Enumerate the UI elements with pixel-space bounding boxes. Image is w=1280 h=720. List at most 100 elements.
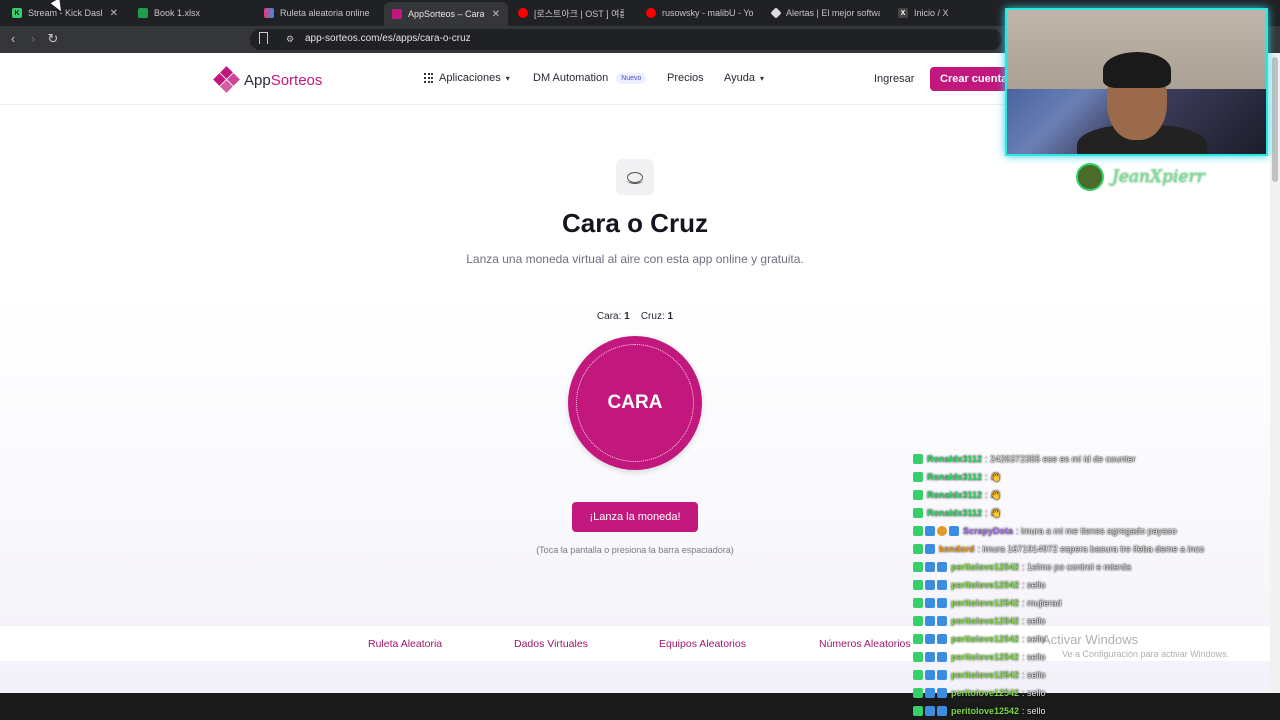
link-dados-virtuales[interactable]: Dados Virtuales — [514, 638, 588, 650]
login-link[interactable]: Ingresar — [874, 73, 914, 85]
chat-message: Ronaldx3112: 👋 — [913, 486, 1001, 504]
tab-youtube-malibu[interactable]: rusowsky - malibU - YouTu — [638, 3, 762, 23]
chat-text: : 2426372355 ese es mi id de counter — [985, 454, 1136, 464]
grid-icon — [424, 73, 434, 83]
chat-username: peritolove12542 — [951, 706, 1020, 716]
chat-text: : 👋 — [985, 507, 1002, 518]
chat-badge-icon — [913, 544, 923, 554]
chat-text: : sello — [1022, 652, 1046, 662]
score-counter: Cara: 1 Cruz: 1 — [0, 311, 1270, 322]
link-equipos-aleatorios[interactable]: Equipos Aleatorios — [659, 638, 746, 650]
chat-message: Ronaldx3112: 👋 — [913, 468, 1001, 486]
chat-text: : sello — [1022, 670, 1046, 680]
chat-badge-icon — [913, 472, 923, 482]
chat-badge-icon — [913, 562, 923, 572]
url-text[interactable]: app-sorteos.com/es/apps/cara-o-cruz — [305, 33, 471, 44]
logo-prefix: App — [244, 71, 271, 89]
nav-dm-label: DM Automation — [533, 72, 609, 84]
coin[interactable]: CARA — [568, 336, 702, 470]
link-ruleta-aleatoria[interactable]: Ruleta Aleatoria — [368, 638, 442, 650]
chat-username: peritolove12542 — [951, 580, 1020, 590]
chat-message: peritolove12542: sello — [913, 702, 1046, 720]
chat-message: peritolove12542: mujierad — [913, 594, 1062, 612]
chat-badge-icon — [937, 688, 947, 698]
chat-username: peritolove12542 — [951, 688, 1020, 698]
chat-badge-icon — [913, 670, 923, 680]
chat-username: Ronaldx3112 — [927, 454, 983, 464]
chat-badge-icon — [913, 526, 923, 536]
chat-message: peritolove12542: sello — [913, 576, 1046, 594]
chat-message: Ronaldx3112: 👋 — [913, 504, 1001, 522]
chat-text: : 1elmo po control e mierda — [1022, 562, 1132, 572]
chat-badge-icon — [913, 652, 923, 662]
bookmark-icon[interactable] — [259, 32, 268, 44]
tab-book-xlsx[interactable]: Book 1.xlsx — [130, 3, 250, 23]
chat-badge-icon — [937, 652, 947, 662]
nav-ayuda[interactable]: Ayuda ▾ — [724, 72, 764, 84]
tab-label: Stream - Kick Dash — [28, 8, 102, 18]
tab-label: AppSorteos – Cara — [408, 9, 484, 19]
close-icon[interactable]: ✕ — [110, 8, 118, 19]
reload-icon[interactable]: ↻ — [46, 32, 60, 46]
chat-username: peritolove12542 — [951, 670, 1020, 680]
kick-icon: K — [12, 8, 22, 18]
tab-kick-dashboard[interactable]: K Stream - Kick Dash ✕ — [4, 3, 126, 23]
chat-badge-icon — [937, 616, 947, 626]
streamer-name: JeanXpierr — [1112, 167, 1205, 187]
chat-badge-icon — [925, 652, 935, 662]
chat-text: : sello — [1022, 580, 1046, 590]
nav-aplicaciones[interactable]: Aplicaciones ▾ — [424, 72, 510, 84]
tab-youtube-ost[interactable]: [로스트아크 | OST ] 여름곧 — [510, 3, 632, 23]
ruleta-icon — [264, 8, 274, 18]
site-settings-icon[interactable]: ⚙ — [286, 34, 294, 45]
chat-badge-icon — [937, 706, 947, 716]
tab-label: Ruleta aleatoria online – n — [280, 8, 372, 18]
chat-text: : 👋 — [985, 471, 1002, 482]
chat-badge-icon — [937, 526, 947, 536]
nav-precios[interactable]: Precios — [667, 72, 704, 84]
coin-icon — [626, 171, 643, 184]
forward-icon[interactable]: › — [26, 32, 40, 46]
chat-text: : imura 1671914972 espera basura tre ife… — [977, 544, 1205, 554]
flip-coin-button[interactable]: ¡Lanza la moneda! — [572, 502, 698, 532]
chat-badge-icon — [925, 616, 935, 626]
chat-badge-icon — [937, 562, 947, 572]
chat-text: : sello — [1022, 706, 1046, 716]
chat-badge-icon — [925, 580, 935, 590]
nav-ayuda-label: Ayuda — [724, 72, 755, 84]
score-cara-value: 1 — [624, 311, 630, 322]
chat-message: peritolove12542: sello — [913, 612, 1046, 630]
alertas-icon — [770, 7, 782, 19]
chat-text: : sello — [1022, 688, 1046, 698]
nav-aplicaciones-label: Aplicaciones — [439, 72, 501, 84]
tab-x-inicio[interactable]: X Inicio / X — [890, 3, 1000, 23]
scroll-thumb[interactable] — [1272, 57, 1278, 182]
tab-alertas[interactable]: Alertas | El mejor software — [764, 3, 888, 23]
score-cruz-value: 1 — [667, 311, 674, 322]
chat-message: kendord: imura 1671914972 espera basura … — [913, 540, 1204, 558]
chat-message: Ronaldx3112: 2426372355 ese es mi id de … — [913, 450, 1136, 468]
back-icon[interactable]: ‹ — [6, 32, 20, 46]
chat-username: peritolove12542 — [951, 652, 1020, 662]
chevron-down-icon: ▾ — [760, 73, 765, 83]
tab-appsorteos-active[interactable]: AppSorteos – Cara ✕ — [384, 2, 508, 26]
chat-username: Ronaldx3112 — [927, 490, 983, 500]
activate-windows-subtitle: Ve a Configuración para activar Windows. — [1062, 649, 1230, 659]
chat-badge-icon — [925, 562, 935, 572]
logo-icon — [213, 66, 240, 93]
chat-badge-icon — [925, 688, 935, 698]
nav-precios-label: Precios — [667, 72, 704, 84]
new-badge: Nuevo — [616, 72, 647, 84]
coin-face-label: CARA — [607, 392, 663, 413]
tab-label: [로스트아크 | OST ] 여름곧 — [534, 8, 624, 19]
link-numeros-aleatorios[interactable]: Números Aleatorios — [819, 638, 911, 650]
nav-dm-automation[interactable]: DM Automation Nuevo — [533, 72, 647, 84]
appsorteos-logo[interactable]: AppSorteos — [213, 66, 322, 93]
signup-button[interactable]: Crear cuenta — [930, 67, 1010, 91]
tab-label: Inicio / X — [914, 8, 949, 18]
chat-badge-icon — [913, 598, 923, 608]
chat-badge-icon — [925, 706, 935, 716]
chat-message: peritolove12542: sello — [913, 666, 1046, 684]
close-icon[interactable]: ✕ — [492, 9, 500, 20]
tab-ruleta[interactable]: Ruleta aleatoria online – n — [256, 3, 380, 23]
